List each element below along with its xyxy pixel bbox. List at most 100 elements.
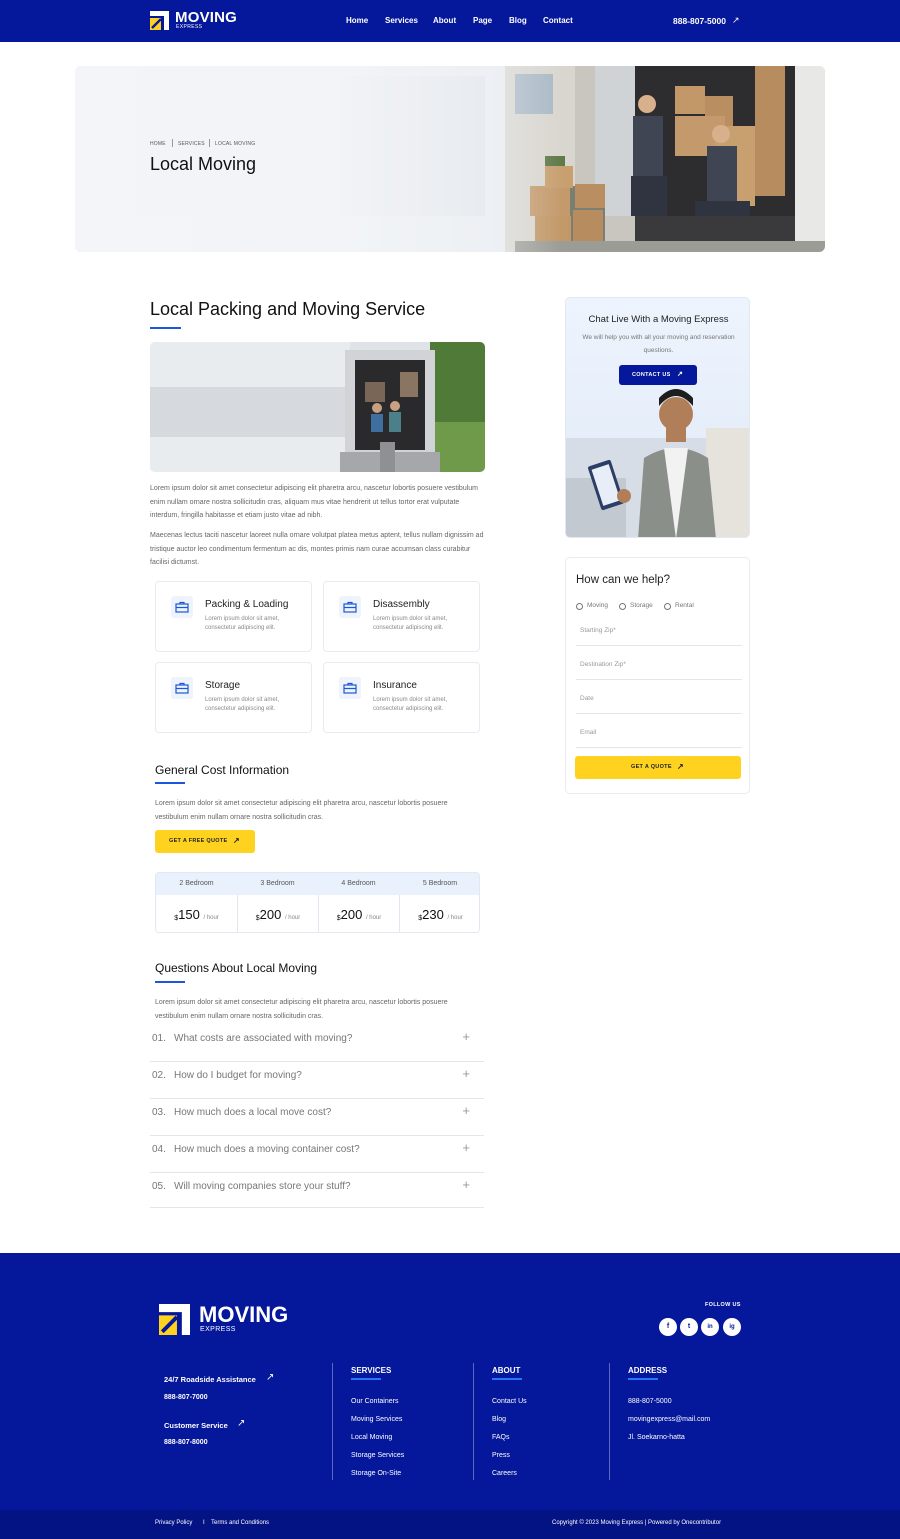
footer-link[interactable]: FAQs <box>492 1434 510 1441</box>
follow-us-label: FOLLOW US <box>705 1302 741 1308</box>
chat-title: Chat Live With a Moving Express <box>588 314 729 325</box>
email-field[interactable]: Email <box>576 724 742 748</box>
field-placeholder: Starting Zip* <box>580 627 616 634</box>
about-heading: ABOUT <box>492 1366 521 1375</box>
date-field[interactable]: Date <box>576 690 742 714</box>
plus-icon[interactable]: + <box>462 1103 470 1118</box>
facebook-icon[interactable]: f <box>659 1318 677 1336</box>
get-quote-button[interactable]: GET A QUOTE ↗ <box>575 756 741 779</box>
radio-moving[interactable] <box>576 603 583 610</box>
service-desc: Lorem ipsum dolor sit amet, consectetur … <box>373 616 448 631</box>
nav-about[interactable]: About <box>433 16 456 25</box>
logo-icon[interactable] <box>150 11 169 30</box>
faq-question: How much does a moving container cost? <box>174 1144 360 1155</box>
starting-zip-field[interactable]: Starting Zip* <box>576 622 742 646</box>
field-placeholder: Destination Zip* <box>580 661 626 668</box>
customer-service-label: Customer Service <box>164 1421 228 1430</box>
footer-logo-title[interactable]: MOVING <box>199 1304 288 1326</box>
footer-link[interactable]: Contact Us <box>492 1398 527 1405</box>
cost-title: General Cost Information <box>155 763 290 777</box>
faq-item[interactable]: 04. How much does a moving container cos… <box>150 1136 484 1173</box>
price-header: 5 Bedroom <box>399 873 479 895</box>
page-title: Local Moving <box>150 154 257 174</box>
footer-link[interactable]: Our Containers <box>351 1398 398 1405</box>
footer-logo-icon[interactable] <box>159 1304 190 1335</box>
plus-icon[interactable]: + <box>462 1177 470 1192</box>
service-card[interactable]: Storage Lorem ipsum dolor sit amet, cons… <box>155 662 312 733</box>
service-desc: Lorem ipsum dolor sit amet, consectetur … <box>205 697 280 712</box>
privacy-link[interactable]: Privacy Policy <box>155 1520 192 1526</box>
price-cell: $150 / hour <box>156 895 237 932</box>
nav-home[interactable]: Home <box>346 16 368 25</box>
nav-contact[interactable]: Contact <box>543 16 573 25</box>
nav-blog[interactable]: Blog <box>509 16 527 25</box>
price-value: 200 <box>259 907 282 922</box>
roadside-phone[interactable]: 888-807-7000 <box>164 1394 208 1401</box>
contact-us-button[interactable]: CONTACT US ↗ <box>619 365 697 385</box>
arrow-up-right-icon[interactable]: ↗ <box>237 1418 245 1429</box>
services-heading: SERVICES <box>351 1366 392 1375</box>
faq-question: What costs are associated with moving? <box>174 1033 353 1044</box>
faq-item[interactable]: 02. How do I budget for moving? + <box>150 1062 484 1099</box>
heading-underline <box>628 1378 658 1380</box>
field-placeholder: Date <box>580 695 594 702</box>
price-cell: $230 / hour <box>399 895 479 932</box>
truck-image <box>150 342 485 472</box>
faq-item[interactable]: 03. How much does a local move cost? + <box>150 1099 484 1136</box>
faq-question: Will moving companies store your stuff? <box>174 1181 351 1192</box>
heading-underline <box>492 1378 522 1380</box>
plus-icon[interactable]: + <box>462 1066 470 1081</box>
address-heading: ADDRESS <box>628 1366 668 1375</box>
price-header: 3 Bedroom <box>237 873 318 895</box>
footer-phone[interactable]: 888-807-5000 <box>628 1398 672 1405</box>
footer-separator: I <box>203 1520 205 1526</box>
footer-link[interactable]: Storage Services <box>351 1452 404 1459</box>
faq-number: 02. <box>152 1070 166 1081</box>
arrow-up-right-icon[interactable]: ↗ <box>266 1372 274 1383</box>
footer-link[interactable]: Local Moving <box>351 1434 392 1441</box>
free-quote-button[interactable]: GET A FREE QUOTE ↗ <box>155 830 255 853</box>
footer-link[interactable]: Press <box>492 1452 510 1459</box>
toolbox-icon <box>339 596 361 618</box>
toolbox-icon <box>171 596 193 618</box>
breadcrumb-services[interactable]: SERVICES <box>178 141 205 147</box>
logo-title[interactable]: MOVING <box>175 10 237 25</box>
breadcrumb-home[interactable]: HOME <box>150 141 166 147</box>
service-card[interactable]: Packing & Loading Lorem ipsum dolor sit … <box>155 581 312 652</box>
faq-number: 01. <box>152 1033 166 1044</box>
footer-link[interactable]: Blog <box>492 1416 506 1423</box>
twitter-icon[interactable]: t <box>680 1318 698 1336</box>
faq-item[interactable]: 01. What costs are associated with movin… <box>150 1025 484 1062</box>
terms-link[interactable]: Terms and Conditions <box>211 1520 269 1526</box>
footer-email[interactable]: movingexpress@mail.com <box>628 1416 710 1423</box>
breadcrumb-separator <box>209 139 210 147</box>
plus-icon[interactable]: + <box>462 1140 470 1155</box>
service-title: Packing & Loading <box>205 599 289 610</box>
destination-zip-field[interactable]: Destination Zip* <box>576 656 742 680</box>
quote-form: How can we help? Moving Storage Rental S… <box>565 557 750 794</box>
footer-link[interactable]: Moving Services <box>351 1416 402 1423</box>
footer-link[interactable]: Careers <box>492 1470 517 1477</box>
footer-link[interactable]: Storage On-Site <box>351 1470 401 1477</box>
price-value: 230 <box>422 907 444 922</box>
service-card[interactable]: Disassembly Lorem ipsum dolor sit amet, … <box>323 581 480 652</box>
arrow-up-right-icon[interactable]: ↗ <box>732 15 740 26</box>
customer-service-phone[interactable]: 888-807-8000 <box>164 1439 208 1446</box>
radio-rental[interactable] <box>664 603 671 610</box>
service-desc: Lorem ipsum dolor sit amet, consectetur … <box>205 616 280 631</box>
nav-page[interactable]: Page <box>473 16 492 25</box>
faq-question: How do I budget for moving? <box>174 1070 302 1081</box>
service-desc: Lorem ipsum dolor sit amet, consectetur … <box>373 697 448 712</box>
plus-icon[interactable]: + <box>462 1029 470 1044</box>
service-title: Insurance <box>373 680 417 691</box>
linkedin-icon[interactable]: in <box>701 1318 719 1336</box>
instagram-icon[interactable]: ig <box>723 1318 741 1336</box>
radio-storage[interactable] <box>619 603 626 610</box>
breadcrumb-separator <box>172 139 173 147</box>
nav-services[interactable]: Services <box>385 16 418 25</box>
radio-label: Rental <box>675 602 694 609</box>
chat-widget: Chat Live With a Moving Express We will … <box>565 297 750 538</box>
faq-item[interactable]: 05. Will moving companies store your stu… <box>150 1173 484 1208</box>
service-card[interactable]: Insurance Lorem ipsum dolor sit amet, co… <box>323 662 480 733</box>
header-phone[interactable]: 888-807-5000 <box>673 16 726 26</box>
